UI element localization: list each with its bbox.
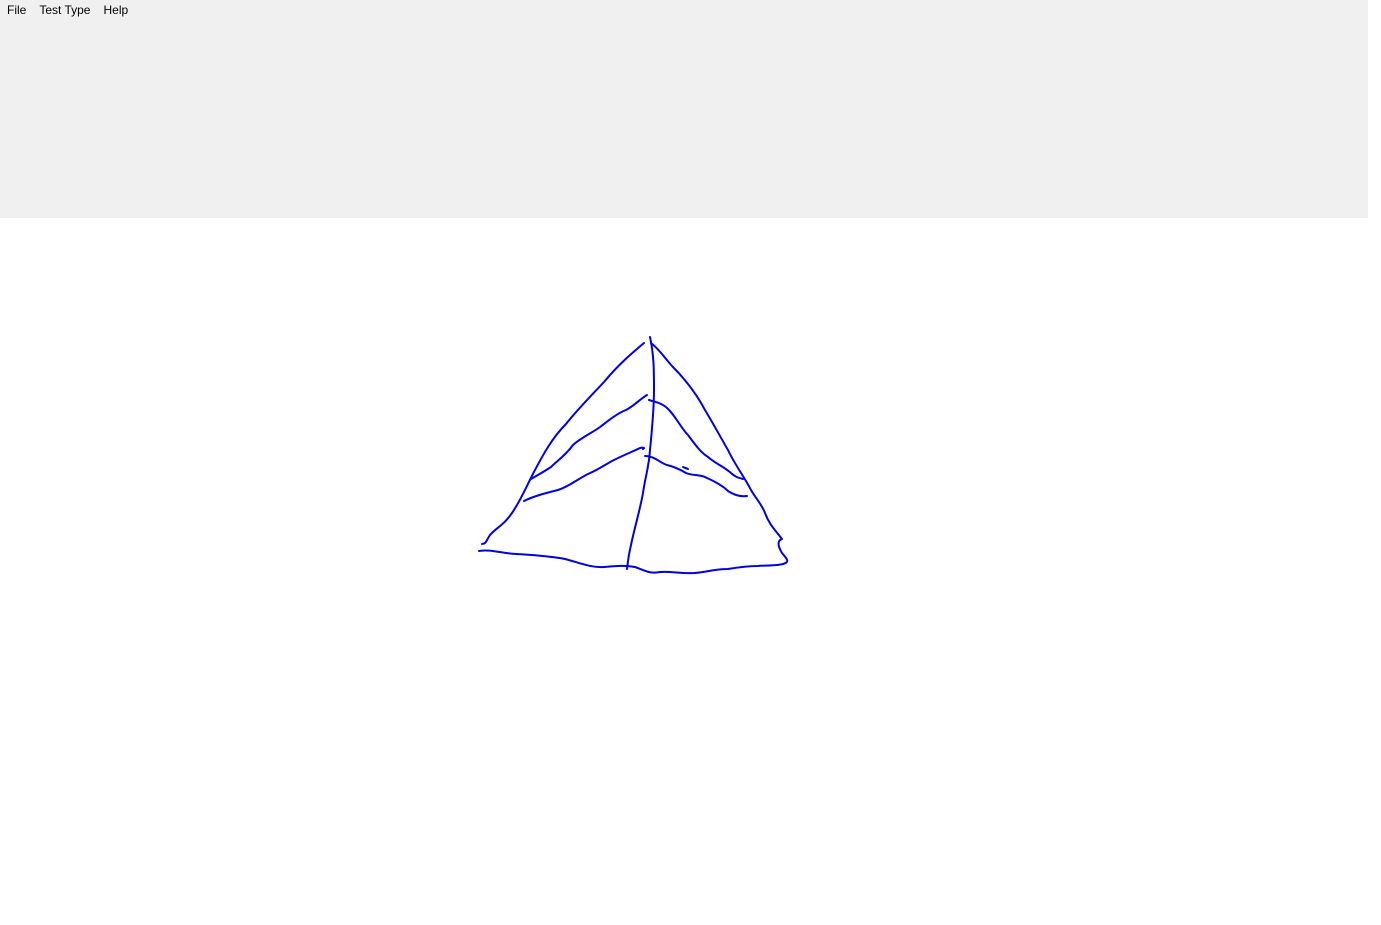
- menu-file[interactable]: File: [2, 0, 31, 20]
- menu-bar: File Test Type Help: [0, 0, 1368, 20]
- menu-help[interactable]: Help: [98, 0, 133, 20]
- drawing-canvas[interactable]: [0, 218, 1381, 925]
- stroke-left-edge: [481, 342, 645, 545]
- stroke-right-edge: [650, 342, 789, 565]
- stroke-right-lower: [644, 455, 748, 498]
- stroke-left-upper: [530, 394, 648, 480]
- sketch-svg: [478, 336, 789, 575]
- stroke-small-dash: [682, 466, 689, 470]
- stroke-base: [478, 549, 784, 575]
- menu-test-type[interactable]: Test Type: [34, 0, 95, 20]
- pyramid-sketch: [478, 336, 789, 575]
- stroke-right-upper: [648, 399, 744, 480]
- toolbar-area: [0, 20, 1368, 218]
